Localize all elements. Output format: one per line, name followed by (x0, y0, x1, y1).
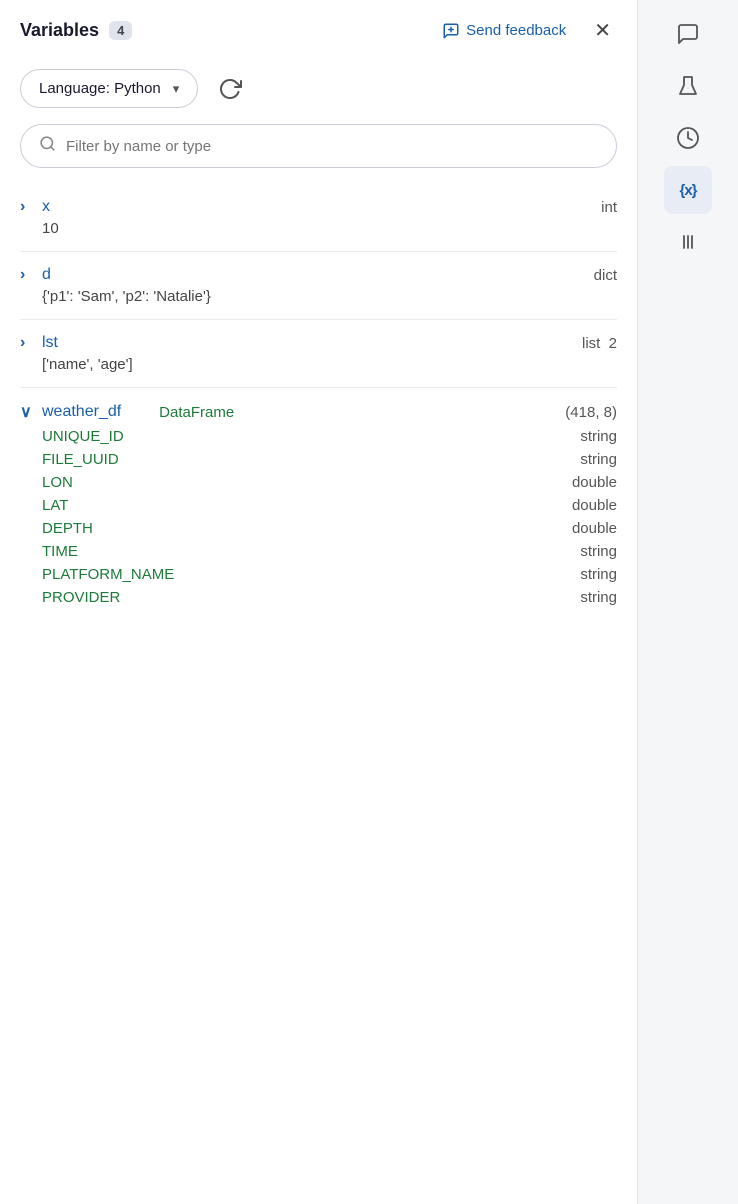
chevron-down-icon: ▾ (173, 81, 180, 97)
divider-d (20, 319, 617, 320)
var-lst-name: lst (42, 334, 574, 352)
sidebar-chart-icon[interactable] (664, 218, 712, 266)
divider-x (20, 251, 617, 252)
sidebar: {x} (638, 0, 738, 1204)
language-label: Language: Python (39, 80, 161, 97)
variable-x: › x int 10 (0, 192, 637, 243)
divider-lst (20, 387, 617, 388)
var-x-value: 10 (20, 218, 617, 243)
sidebar-variables-icon[interactable]: {x} (664, 166, 712, 214)
df-col-unique-id: UNIQUE_ID string (20, 424, 617, 447)
close-button[interactable]: ✕ (588, 16, 617, 45)
df-col-provider: PROVIDER string (20, 585, 617, 608)
dataframe-header: ∨ weather_df DataFrame (418, 8) (20, 396, 617, 424)
df-shape-label: (418, 8) (565, 404, 617, 421)
send-feedback-button[interactable]: Send feedback (434, 18, 574, 44)
variables-list: › x int 10 › d dict {'p1': 'Sam', 'p2': … (0, 188, 637, 608)
variable-lst: › lst list 2 ['name', 'age'] (0, 328, 637, 379)
df-col-time: TIME string (20, 539, 617, 562)
expand-d-icon[interactable]: › (20, 266, 34, 284)
sidebar-chat-icon[interactable] (664, 10, 712, 58)
panel-title: Variables (20, 20, 99, 41)
var-d-name: d (42, 266, 586, 284)
df-col-file-uuid: FILE_UUID string (20, 447, 617, 470)
filter-section (0, 124, 637, 188)
df-type-label: DataFrame (159, 404, 234, 421)
df-name-label: weather_df (42, 403, 121, 421)
df-col-depth: DEPTH double (20, 516, 617, 539)
df-col-lat: LAT double (20, 493, 617, 516)
var-d-value: {'p1': 'Sam', 'p2': 'Natalie'} (20, 286, 617, 311)
expand-x-icon[interactable]: › (20, 198, 34, 216)
language-section: Language: Python ▾ (0, 59, 637, 124)
refresh-button[interactable] (212, 71, 248, 107)
sidebar-flask-icon[interactable] (664, 62, 712, 110)
language-dropdown[interactable]: Language: Python ▾ (20, 69, 198, 108)
expand-df-icon[interactable]: ∨ (20, 402, 34, 422)
var-lst-type: list 2 (582, 335, 617, 352)
var-x-type: int (601, 199, 617, 216)
var-d-type: dict (594, 267, 617, 284)
filter-input-wrap (20, 124, 617, 168)
panel-header: Variables 4 Send feedback ✕ (0, 0, 637, 59)
df-col-lon: LON double (20, 470, 617, 493)
var-lst-value: ['name', 'age'] (20, 354, 617, 379)
search-icon (39, 135, 56, 157)
variable-d: › d dict {'p1': 'Sam', 'p2': 'Natalie'} (0, 260, 637, 311)
filter-input[interactable] (66, 138, 598, 155)
expand-lst-icon[interactable]: › (20, 334, 34, 352)
variables-count-badge: 4 (109, 21, 132, 40)
df-col-platform-name: PLATFORM_NAME string (20, 562, 617, 585)
var-x-name: x (42, 198, 593, 216)
refresh-icon (218, 77, 242, 101)
variable-weather-df: ∨ weather_df DataFrame (418, 8) UNIQUE_I… (0, 396, 637, 608)
feedback-icon (442, 22, 460, 40)
sidebar-history-icon[interactable] (664, 114, 712, 162)
